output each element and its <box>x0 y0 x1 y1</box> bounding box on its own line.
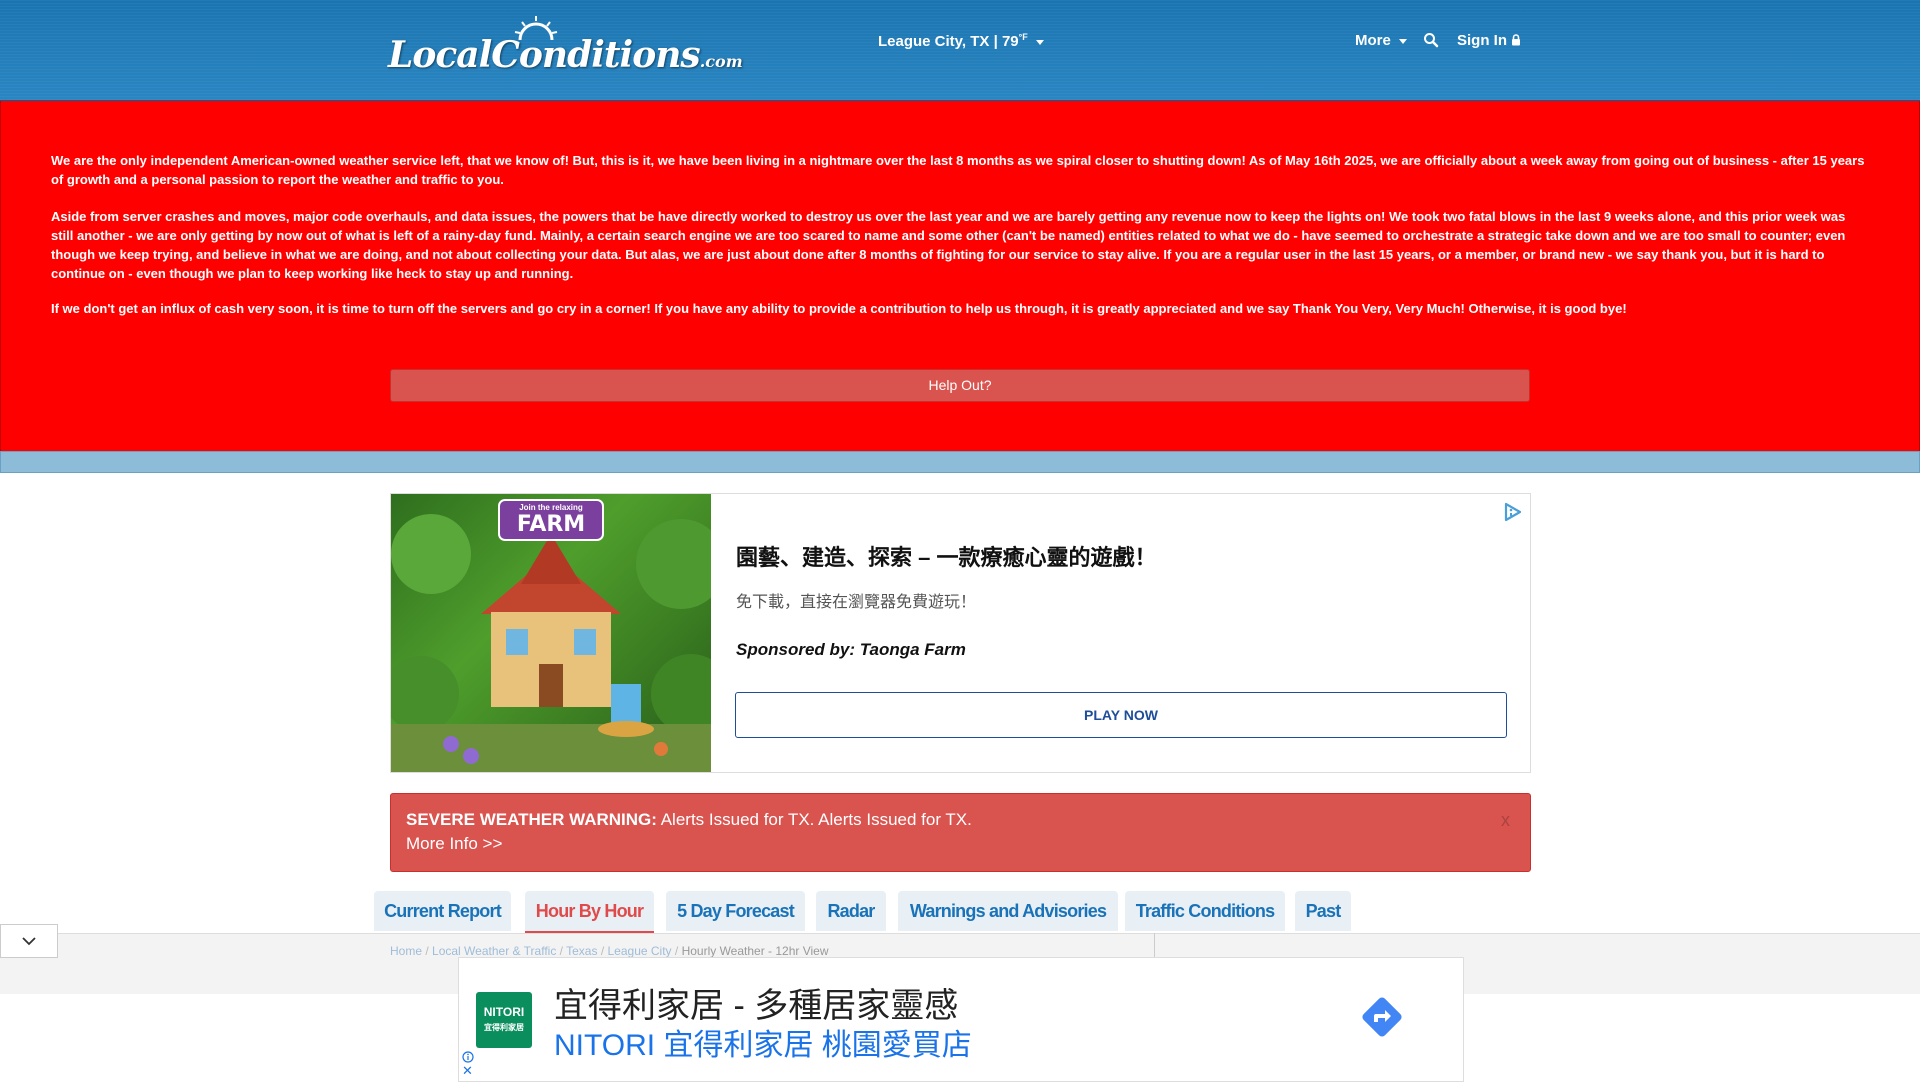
adchoices-button[interactable] <box>1503 502 1523 527</box>
close-alert-button[interactable]: x <box>1501 810 1510 831</box>
tab-hour-by-hour[interactable]: Hour By Hour <box>525 891 654 933</box>
breadcrumb-home[interactable]: Home <box>390 944 422 958</box>
logo-suffix: .com <box>699 52 743 71</box>
sign-in-link[interactable]: Sign In <box>1457 32 1521 49</box>
chevron-down-icon <box>22 937 36 946</box>
close-ad-button[interactable]: ✕ <box>462 1064 473 1077</box>
nitori-logo: NITORI 宜得利家居 <box>476 992 532 1048</box>
sign-in-label: Sign In <box>1457 32 1507 49</box>
bottom-banner-ad[interactable]: NITORI 宜得利家居 宜得利家居 - 多種居家靈感 NITORI 宜得利家居… <box>458 957 1464 1082</box>
top-navbar: LocalConditions.com League City, TX | 79… <box>0 0 1920 101</box>
tab-traffic-conditions[interactable]: Traffic Conditions <box>1125 891 1285 931</box>
notice-paragraph-2: Aside from server crashes and moves, maj… <box>51 209 1846 281</box>
lock-icon <box>1512 34 1521 46</box>
tab-radar[interactable]: Radar <box>816 891 886 931</box>
breadcrumb-separator: / <box>422 944 433 958</box>
collapse-ad-toggle[interactable] <box>0 924 58 958</box>
nitori-logo-text: NITORI <box>483 1005 525 1019</box>
search-button[interactable] <box>1423 32 1439 53</box>
more-label: More <box>1355 32 1391 49</box>
caret-down-icon <box>1399 38 1408 44</box>
search-icon <box>1424 33 1439 48</box>
severe-weather-alert: SEVERE WEATHER WARNING: Alerts Issued fo… <box>390 793 1531 872</box>
breadcrumb-separator: / <box>671 944 682 958</box>
notice-paragraph-1: We are the only independent American-own… <box>51 153 1865 187</box>
location-label: League City, TX | 79 <box>878 33 1019 50</box>
ad-sponsor: Sponsored by: Taonga Farm <box>736 640 966 659</box>
breadcrumb: Home / Local Weather & Traffic / Texas /… <box>390 944 829 958</box>
location-dropdown[interactable]: League City, TX | 79°F <box>878 32 1044 50</box>
alert-label: SEVERE WEATHER WARNING: <box>406 810 657 829</box>
nitori-logo-subtext: 宜得利家居 <box>484 1023 524 1032</box>
sponsored-ad[interactable]: Join the relaxing FARM 園藝、建造、探索 – 一款療癒心靈… <box>390 493 1531 773</box>
ad-image-badge: Join the relaxing <box>519 503 583 512</box>
notice-paragraph-3: If we don't get an influx of cash very s… <box>51 301 1627 316</box>
ad-image[interactable]: Join the relaxing FARM <box>391 494 711 772</box>
more-info-link[interactable]: More Info >> <box>406 834 502 854</box>
logo-text: LocalConditions <box>388 34 701 76</box>
tab-current-report[interactable]: Current Report <box>374 891 511 931</box>
directions-button[interactable] <box>1357 992 1407 1047</box>
breadcrumb-city[interactable]: League City <box>608 944 672 958</box>
ad-subtitle: 免下載，直接在瀏覽器免費遊玩！ <box>736 594 977 611</box>
breadcrumb-current: Hourly Weather - 12hr View <box>681 944 829 958</box>
play-now-button[interactable]: PLAY NOW <box>735 692 1507 738</box>
ad-title[interactable]: 園藝、建造、探索 – 一款療癒心靈的遊戲！ <box>736 540 1156 572</box>
breadcrumb-local-weather[interactable]: Local Weather & Traffic <box>432 944 556 958</box>
banner-ad-subtitle[interactable]: NITORI 宜得利家居 桃園愛買店 <box>554 1020 972 1064</box>
tab-warnings-advisories[interactable]: Warnings and Advisories <box>898 891 1118 931</box>
ad-image-title: FARM <box>516 512 586 537</box>
more-menu[interactable]: More <box>1355 32 1408 49</box>
breadcrumb-separator: / <box>556 944 567 958</box>
tab-past[interactable]: Past <box>1295 891 1351 931</box>
tab-5-day-forecast[interactable]: 5 Day Forecast <box>666 891 805 931</box>
info-icon <box>462 1051 474 1063</box>
breadcrumb-texas[interactable]: Texas <box>566 944 597 958</box>
temp-unit: °F <box>1018 32 1028 42</box>
caret-down-icon <box>1035 39 1044 45</box>
site-logo[interactable]: LocalConditions.com <box>388 14 743 76</box>
divider-bar <box>0 451 1920 473</box>
help-out-button[interactable]: Help Out? <box>390 369 1530 402</box>
alert-text: Alerts Issued for TX. Alerts Issued for … <box>656 810 972 829</box>
adchoices-icon <box>1504 502 1522 522</box>
breadcrumb-separator: / <box>597 944 608 958</box>
directions-icon <box>1362 997 1402 1037</box>
